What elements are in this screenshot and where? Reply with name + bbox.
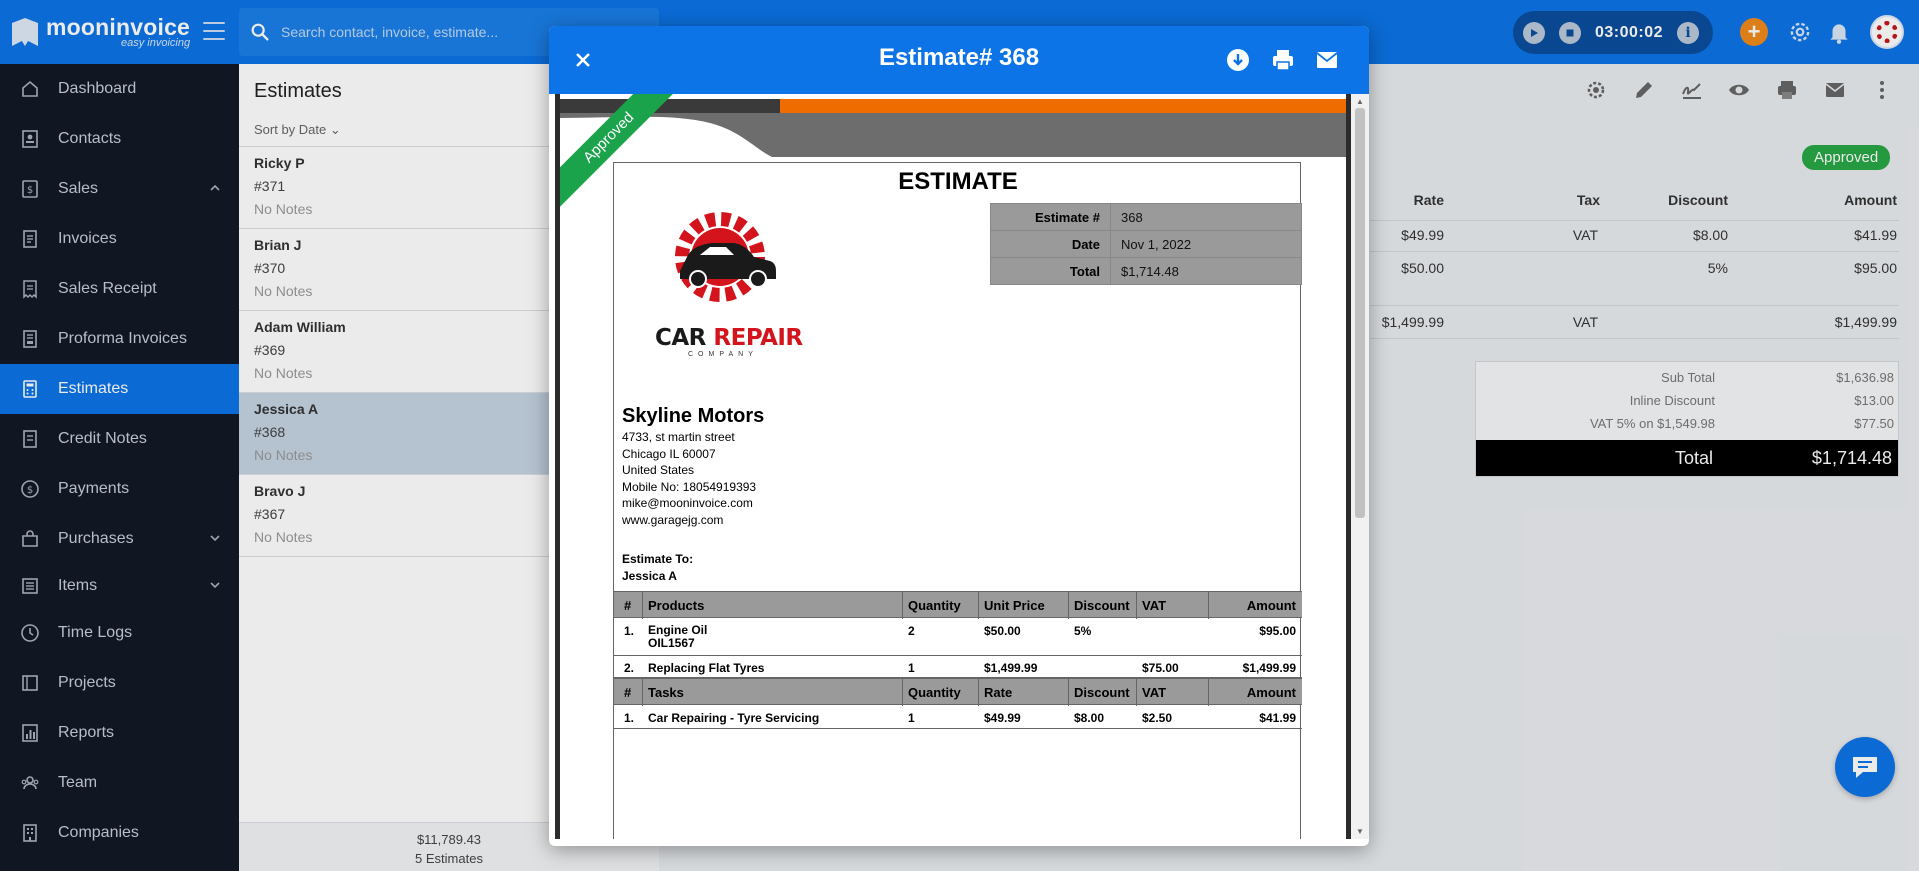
- estimate-to-block: Estimate To: Jessica A: [622, 552, 694, 583]
- client-name: Jessica A: [622, 569, 677, 583]
- estimate-info-table: Estimate #368 Date Nov 1, 2022 Total $1,71…: [990, 203, 1302, 285]
- products-header-row: # Products Quantity Unit Price Discount …: [614, 591, 1302, 619]
- estimate-paper: ESTIMATE CAR REPAIR COMPANY Estimate #36…: [613, 162, 1302, 839]
- scroll-down-arrow-icon[interactable]: ▼: [1356, 827, 1364, 836]
- document-scrollbar[interactable]: ▲ ▼: [1351, 94, 1369, 839]
- task-row: 1. Car Repairing - Tyre Servicing 1 $49.…: [614, 705, 1302, 729]
- estimate-preview-modal: Estimate# 368 Approved ESTIMATE CAR REPA…: [549, 26, 1369, 846]
- scroll-up-arrow-icon[interactable]: ▲: [1356, 97, 1364, 106]
- email-icon[interactable]: [1315, 48, 1339, 72]
- estimate-number-value: 368: [1110, 203, 1302, 231]
- car-repair-logo: CAR REPAIR COMPANY: [622, 199, 818, 359]
- company-address-block: Skyline Motors 4733, st martin street Ch…: [622, 405, 765, 527]
- logo-wordmark: CAR REPAIR: [655, 325, 803, 351]
- print-icon[interactable]: [1271, 48, 1295, 72]
- logo-subtext: COMPANY: [688, 351, 758, 358]
- document-viewer: Approved ESTIMATE CAR REPAIR COMPANY Est…: [555, 94, 1351, 839]
- estimate-date-value: Nov 1, 2022: [1110, 230, 1302, 258]
- product-row: 1. Engine Oil OIL1567 2 $50.00 5% $95.00: [614, 618, 1302, 656]
- modal-header: Estimate# 368: [549, 26, 1369, 94]
- company-name: Skyline Motors: [622, 405, 765, 427]
- product-row: 2. Replacing Flat Tyres 1 $1,499.99 $75.…: [614, 656, 1302, 678]
- download-icon[interactable]: [1226, 48, 1250, 72]
- scrollbar-thumb[interactable]: [1355, 108, 1365, 518]
- estimate-total-value: $1,714.48: [1110, 257, 1302, 285]
- document-heading: ESTIMATE: [898, 168, 1018, 195]
- estimate-document: Approved ESTIMATE CAR REPAIR COMPANY Est…: [560, 94, 1346, 839]
- tasks-header-row: # Tasks Quantity Rate Discount VAT Amoun…: [614, 678, 1302, 706]
